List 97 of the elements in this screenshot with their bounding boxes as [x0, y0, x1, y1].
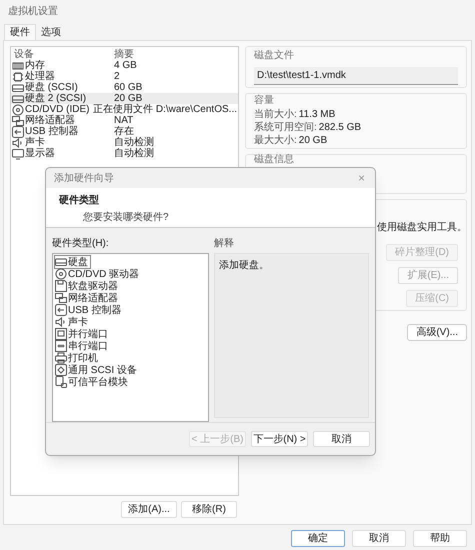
device-summary: 2 — [114, 70, 120, 83]
device-icon — [55, 364, 67, 376]
column-header: 设备 — [14, 48, 34, 60]
dialog-button[interactable]: 帮助 — [413, 530, 467, 547]
list-item[interactable]: 软盘驱动器 — [55, 280, 120, 292]
table-row[interactable]: 声卡 自动检测 — [11, 137, 238, 148]
item-label: 软盘驱动器 — [68, 280, 118, 292]
device-name: 处理器 — [25, 70, 55, 82]
list-label: 硬件类型(H): — [52, 236, 109, 251]
device-summary: 20 GB — [114, 92, 142, 104]
table-row[interactable]: USB 控制器 存在 — [11, 126, 238, 137]
network-icon — [12, 114, 24, 126]
table-row[interactable]: 硬盘 (SCSI) 60 GB — [11, 82, 238, 93]
capacity-value: 282.5 GB — [318, 121, 362, 134]
printer-icon — [55, 352, 67, 364]
speaker-icon — [12, 136, 24, 148]
device-summary: 自动检测 — [114, 146, 154, 161]
device-name: 硬盘 (SCSI) — [25, 81, 78, 93]
tab[interactable]: 硬件 — [4, 24, 36, 40]
usb-icon — [12, 126, 24, 138]
advanced-button[interactable]: 高级(V)... — [407, 324, 467, 341]
table-row[interactable]: 显示器 自动检测 — [11, 148, 238, 159]
group-title: 磁盘信息 — [254, 155, 294, 164]
list-item[interactable]: CD/DVD 驱动器 — [55, 268, 142, 280]
dialog-button[interactable]: 确定 — [291, 530, 345, 547]
group-title: 容量 — [254, 95, 274, 107]
disc-icon — [12, 104, 24, 116]
table-row[interactable]: 网络适配器 NAT — [11, 115, 238, 126]
utility-description: 使用磁盘实用工具。 — [377, 220, 467, 235]
table-row[interactable]: 处理器 2 — [11, 71, 238, 82]
explanation-text: 添加硬盘。 — [219, 260, 269, 271]
disk-drive-icon — [12, 82, 24, 94]
table-row[interactable]: 硬盘 2 (SCSI) 20 GB — [11, 93, 238, 104]
speaker-icon — [55, 316, 67, 328]
column-header: 摘要 — [114, 48, 134, 61]
port-icon — [55, 340, 67, 352]
device-summary: 60 GB — [114, 81, 142, 94]
item-label: 可信平台模块 — [68, 376, 128, 390]
network-icon — [55, 292, 67, 304]
capacity-label: 当前大小: — [254, 108, 297, 121]
device-name: CD/DVD (IDE) — [25, 104, 90, 115]
wizard-button[interactable]: 取消 — [313, 431, 370, 447]
table-row[interactable]: 内存 4 GB — [11, 60, 238, 71]
monitor-icon — [12, 148, 24, 160]
step-heading: 硬件类型 — [59, 194, 99, 208]
disk-drive-icon — [12, 92, 24, 104]
item-label: 打印机 — [68, 352, 98, 364]
item-label: 网络适配器 — [68, 292, 118, 304]
list-item[interactable]: 串行端口 — [55, 340, 110, 352]
capacity-label: 系统可用空间: — [254, 121, 317, 134]
tab[interactable]: 选项 — [36, 25, 66, 40]
dialog-title: 添加硬件向导 — [54, 172, 114, 186]
device-summary: 自动检测 — [114, 136, 154, 148]
device-name: 内存 — [25, 58, 45, 71]
item-label: CD/DVD 驱动器 — [68, 268, 140, 281]
device-name: 网络适配器 — [25, 114, 75, 126]
list-item[interactable]: 并行端口 — [55, 328, 110, 340]
explanation-label: 解释 — [214, 237, 234, 251]
group-title: 磁盘文件 — [254, 48, 294, 63]
usb-icon — [55, 304, 67, 316]
list-item[interactable]: USB 控制器 — [55, 304, 124, 316]
table-button[interactable]: 移除(R) — [181, 501, 237, 518]
capacity-label: 最大大小: — [254, 134, 297, 147]
device-summary: 4 GB — [114, 59, 137, 72]
table-row[interactable]: CD/DVD (IDE) 正在使用文件 D:\ware\CentOS... — [11, 104, 238, 115]
device-summary: 存在 — [114, 125, 134, 137]
capacity-value: 11.3 MB — [298, 108, 336, 121]
table-button[interactable]: 添加(A)... — [121, 501, 177, 518]
window-title: 虚拟机设置 — [8, 4, 58, 18]
list-item[interactable]: 硬盘 — [55, 256, 90, 268]
capacity-value: 20 GB — [298, 134, 328, 147]
dialog-button[interactable]: 取消 — [352, 530, 406, 547]
list-item[interactable]: 声卡 — [55, 316, 90, 328]
step-subheading: 您要安装哪类硬件? — [83, 210, 169, 225]
list-item[interactable]: 通用 SCSI 设备 — [55, 364, 139, 376]
item-label: 硬盘 — [68, 256, 88, 270]
port-icon — [55, 328, 67, 340]
disk-drive-icon — [55, 256, 67, 268]
list-item[interactable]: 打印机 — [55, 352, 100, 364]
item-label: 声卡 — [68, 316, 88, 328]
device-name: USB 控制器 — [25, 124, 78, 137]
list-item[interactable]: 网络适配器 — [55, 292, 120, 304]
device-name: 声卡 — [25, 136, 45, 148]
hardware-list[interactable]: 硬盘 CD/DVD 驱动器 软盘驱动器 网络适配器 USB 控制器 声卡 并行端口 串行端口 打印机 通用 SCSI 设备 可信平台模块 — [52, 253, 209, 422]
disk-file-field[interactable]: D:\test\test1-1.vmdk — [254, 67, 458, 85]
device-name: 硬盘 2 (SCSI) — [25, 92, 86, 104]
item-label: 并行端口 — [68, 328, 108, 340]
wizard-button[interactable]: 下一步(N) > — [251, 431, 308, 447]
item-label: USB 控制器 — [68, 304, 122, 316]
device-summary: NAT — [114, 114, 134, 126]
device-summary: 正在使用文件 D:\ware\CentOS... — [93, 102, 237, 116]
device-name: 显示器 — [25, 147, 55, 161]
item-label: 通用 SCSI 设备 — [68, 364, 137, 376]
list-item[interactable]: 可信平台模块 — [55, 376, 130, 388]
floppy-icon — [55, 280, 67, 292]
item-label: 串行端口 — [68, 340, 108, 352]
disc-icon — [55, 268, 67, 280]
